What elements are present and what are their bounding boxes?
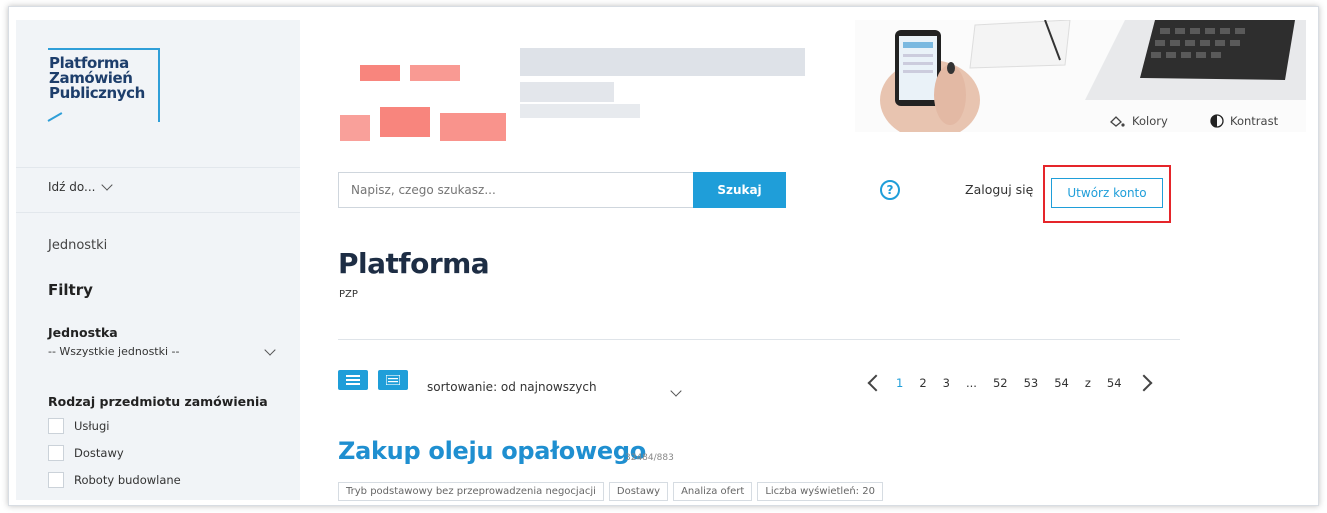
order-type-label: Rodzaj przedmiotu zamówienia — [48, 394, 268, 409]
page-ellipsis: ... — [965, 376, 977, 390]
checkbox-dostawy[interactable]: Dostawy — [48, 445, 124, 461]
tender-tags: Tryb podstawowy bez przeprowadzenia nego… — [338, 482, 883, 501]
create-account-highlight: Utwórz konto — [1043, 165, 1171, 223]
tender-id: 32484/883 — [625, 453, 674, 463]
page-link-current[interactable]: 1 — [896, 376, 903, 390]
page-link[interactable]: 53 — [1024, 376, 1039, 390]
checkbox-label: Dostawy — [74, 446, 124, 460]
next-page-icon[interactable] — [1135, 374, 1153, 392]
goto-dropdown[interactable]: Idź do... — [48, 179, 114, 194]
list-icon — [346, 375, 360, 385]
contrast-toggle[interactable]: Kontrast — [1210, 114, 1278, 128]
checkbox-uslugi[interactable]: Usługi — [48, 418, 109, 434]
sidebar: Platforma Zamówień Publicznych Idź do...… — [16, 20, 300, 500]
page-title: Platforma — [338, 247, 490, 280]
page-link[interactable]: 3 — [943, 376, 950, 390]
tag-category: Dostawy — [608, 482, 669, 501]
filters-heading: Filtry — [48, 281, 93, 299]
checkbox-label: Usługi — [74, 419, 110, 433]
unit-select[interactable]: -- Wszystkie jednostki -- — [48, 343, 276, 358]
checkbox-label: Roboty budowlane — [74, 473, 181, 487]
compact-view-button[interactable] — [378, 370, 408, 390]
logo-text: Platforma Zamówień Publicznych — [49, 56, 145, 101]
help-icon[interactable]: ? — [880, 180, 900, 200]
goto-label: Idź do... — [48, 180, 96, 194]
colors-label: Kolory — [1132, 114, 1168, 128]
page-link[interactable]: 52 — [993, 376, 1008, 390]
tag-views: Liczba wyświetleń: 20 — [757, 482, 883, 501]
checkbox-box[interactable] — [48, 445, 64, 461]
table-icon — [386, 375, 400, 385]
logo-line-3: Publicznych — [49, 84, 145, 102]
page-total: 54 — [1106, 376, 1122, 390]
page-link[interactable]: 2 — [919, 376, 926, 390]
page-subtitle: PZP — [339, 289, 358, 300]
checkbox-box[interactable] — [48, 418, 64, 434]
contrast-label: Kontrast — [1230, 114, 1279, 128]
redacted-name — [520, 48, 805, 118]
checkbox-roboty[interactable]: Roboty budowlane — [48, 472, 181, 488]
tag-procedure: Tryb podstawowy bez przeprowadzenia nego… — [338, 482, 604, 501]
page-link[interactable]: 54 — [1054, 376, 1069, 390]
search-input[interactable] — [338, 172, 694, 208]
unit-select-value: -- Wszystkie jednostki -- — [48, 345, 180, 358]
prev-page-icon[interactable] — [867, 374, 885, 392]
checkbox-box[interactable] — [48, 472, 64, 488]
colors-toggle[interactable]: Kolory — [1108, 114, 1168, 128]
divider — [338, 339, 1180, 340]
sort-select[interactable]: sortowanie: od najnowszych — [427, 380, 597, 394]
page-of-label: z — [1084, 376, 1091, 390]
search-button[interactable]: Szukaj — [693, 172, 786, 208]
chevron-down-icon — [101, 179, 114, 191]
tag-status: Analiza ofert — [673, 482, 753, 501]
sort-chevron[interactable] — [670, 380, 682, 399]
chevron-down-icon — [264, 343, 276, 356]
palette-icon — [1110, 116, 1125, 127]
contrast-icon — [1210, 114, 1224, 128]
list-view-button[interactable] — [338, 370, 368, 390]
login-link[interactable]: Zaloguj się — [965, 182, 1033, 197]
divider — [16, 212, 300, 213]
chevron-down-icon — [670, 385, 682, 397]
pagination: 1 2 3 ... 52 53 54 z 54 — [867, 374, 1153, 392]
tender-title-link[interactable]: Zakup oleju opałowego — [338, 437, 646, 465]
unit-filter-label: Jednostka — [48, 325, 118, 340]
create-account-button[interactable]: Utwórz konto — [1051, 178, 1163, 208]
divider — [16, 167, 300, 168]
units-link[interactable]: Jednostki — [48, 238, 107, 253]
redacted-logo — [340, 35, 506, 145]
logo[interactable]: Platforma Zamówień Publicznych — [16, 20, 300, 167]
